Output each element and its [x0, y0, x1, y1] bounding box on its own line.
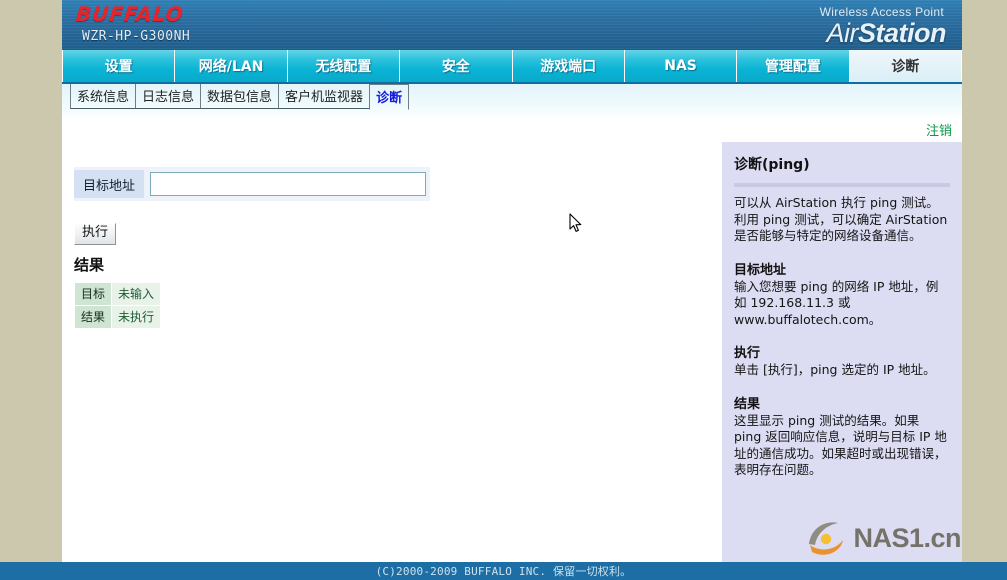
table-row: 结果 未执行: [75, 306, 161, 328]
help-heading-results: 结果: [734, 396, 761, 412]
nav-tab-wireless[interactable]: 无线配置: [288, 50, 401, 82]
buffalo-logo: BUFFALO: [74, 2, 186, 26]
results-title: 结果: [74, 256, 105, 274]
help-divider: [734, 183, 950, 187]
help-body-results: 这里显示 ping 测试的结果。如果 ping 返回响应信息，说明与目标 IP …: [734, 412, 947, 478]
help-intro-text: 可以从 AirStation 执行 ping 测试。利用 ping 测试，可以确…: [734, 195, 948, 243]
sub-navigation-bar: 系统信息 日志信息 数据包信息 客户机监视器 诊断: [62, 84, 962, 120]
nav-tab-settings[interactable]: 设置: [62, 50, 176, 82]
airstation-logo: AirStation: [827, 18, 947, 49]
result-result-key: 结果: [75, 306, 112, 328]
target-address-input[interactable]: [150, 172, 427, 196]
nav-tab-admin[interactable]: 管理配置: [737, 50, 850, 82]
main-content: 目标地址 执行 结果 目标 未输入 结果 未执行: [62, 142, 722, 580]
subtab-log-info[interactable]: 日志信息: [135, 84, 202, 109]
subtab-client-monitor[interactable]: 客户机监视器: [278, 84, 371, 109]
sub-navigation: 系统信息 日志信息 数据包信息 客户机监视器 诊断: [70, 84, 410, 110]
airstation-logo-bold: Station: [858, 18, 947, 48]
result-result-value: 未执行: [112, 306, 161, 328]
page-column: BUFFALO WZR-HP-G300NH Wireless Access Po…: [62, 0, 962, 580]
execute-button[interactable]: 执行: [74, 223, 117, 245]
app-header: BUFFALO WZR-HP-G300NH Wireless Access Po…: [62, 0, 962, 50]
page-root: BUFFALO WZR-HP-G300NH Wireless Access Po…: [0, 0, 1007, 580]
target-address-row: 目标地址: [74, 167, 431, 201]
body-area: 目标地址 执行 结果 目标 未输入 结果 未执行 诊断(ping) 可以从 Ai…: [62, 142, 962, 580]
logout-row: 注销: [62, 120, 962, 142]
subtab-packet-info[interactable]: 数据包信息: [200, 84, 280, 109]
copyright-text: (C)2000-2009 BUFFALO INC. 保留一切权利。: [375, 565, 632, 578]
help-body-execute: 单击 [执行]，ping 选定的 IP 地址。: [734, 362, 936, 377]
help-heading-execute: 执行: [734, 346, 761, 361]
subtab-system-info[interactable]: 系统信息: [70, 84, 137, 109]
result-target-key: 目标: [75, 283, 112, 305]
nav-tab-security[interactable]: 安全: [400, 50, 513, 82]
product-kind-label: Wireless Access Point: [819, 5, 944, 19]
help-panel-title: 诊断(ping): [734, 157, 810, 173]
nav-tab-network-lan[interactable]: 网络/LAN: [175, 50, 288, 82]
page-footer: (C)2000-2009 BUFFALO INC. 保留一切权利。: [0, 562, 1007, 580]
table-row: 目标 未输入: [75, 283, 161, 305]
logout-link[interactable]: 注销: [926, 120, 952, 139]
device-model-label: WZR-HP-G300NH: [82, 29, 191, 44]
help-panel: 诊断(ping) 可以从 AirStation 执行 ping 测试。利用 pi…: [722, 142, 962, 580]
subtab-diagnostics[interactable]: 诊断: [369, 84, 410, 110]
help-heading-target-address: 目标地址: [734, 262, 787, 278]
main-navigation: 设置 网络/LAN 无线配置 安全 游戏端口 NAS 管理配置 诊断: [62, 50, 962, 84]
target-address-label: 目标地址: [74, 170, 145, 198]
nav-tab-nas[interactable]: NAS: [625, 50, 738, 82]
help-body-target-address: 输入您想要 ping 的网络 IP 地址，例如 192.168.11.3 或 w…: [734, 278, 939, 327]
nav-tab-diagnostics[interactable]: 诊断: [849, 50, 962, 82]
nav-tab-game-port[interactable]: 游戏端口: [513, 50, 625, 82]
results-table: 目标 未输入 结果 未执行: [74, 282, 161, 329]
result-target-value: 未输入: [112, 283, 161, 305]
airstation-logo-thin: Air: [826, 18, 859, 48]
